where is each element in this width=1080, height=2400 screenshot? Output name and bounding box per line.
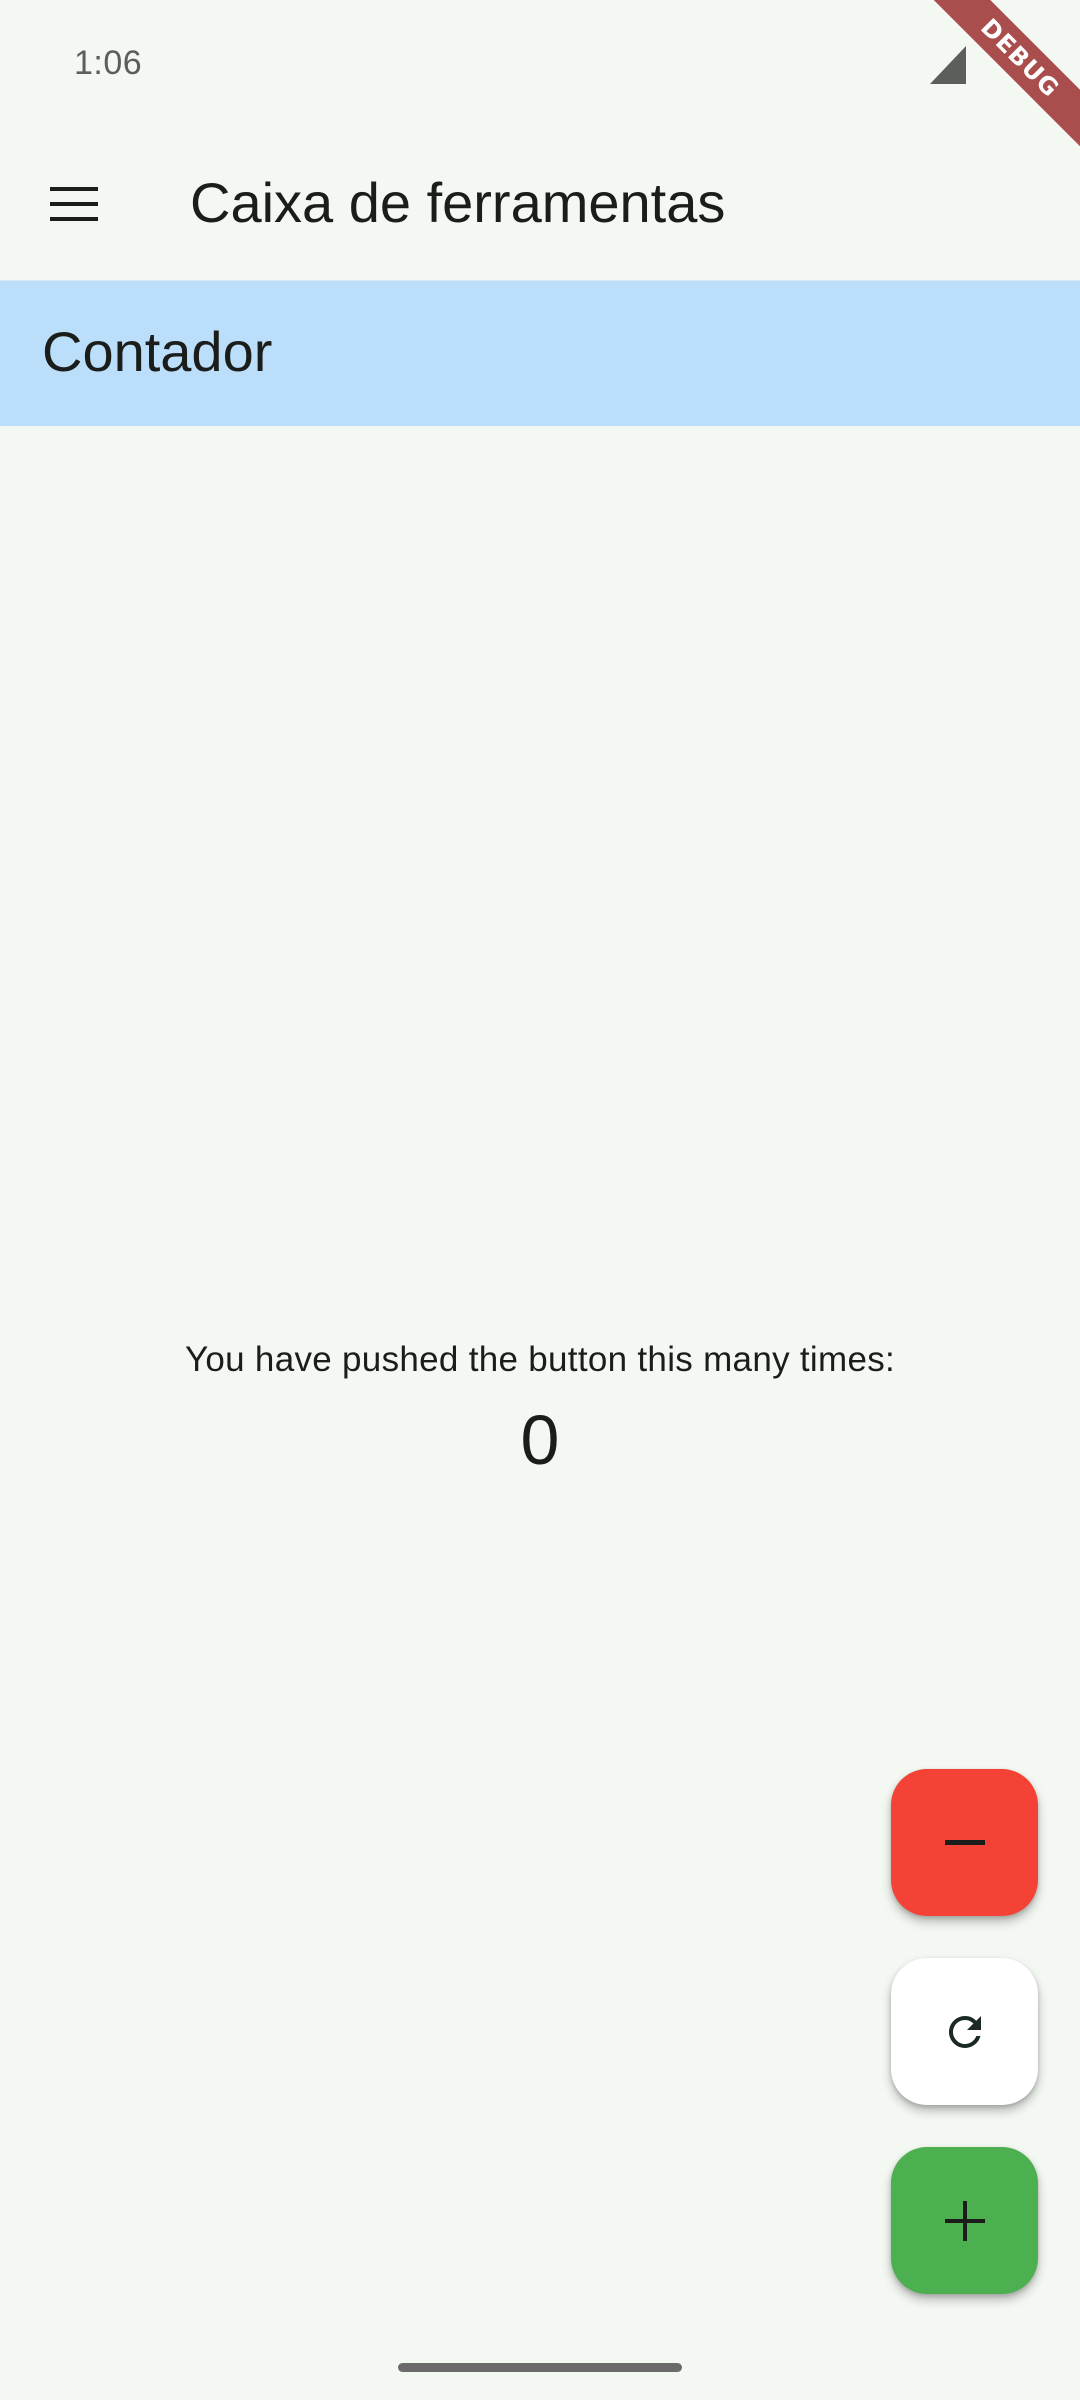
increment-button[interactable] (891, 2147, 1038, 2294)
plus-icon (944, 2200, 985, 2241)
section-title: Contador (42, 320, 273, 383)
counter-value: 0 (520, 1401, 560, 1479)
status-bar: 1:06 (0, 0, 1080, 130)
section-header: Contador (0, 280, 1080, 426)
menu-button[interactable] (30, 160, 118, 248)
app-screen: 1:06 DEBUG Caixa de ferramentas Contador… (0, 0, 1080, 2400)
page-title: Caixa de ferramentas (190, 171, 726, 234)
minus-icon (944, 1839, 985, 1845)
decrement-button[interactable] (891, 1769, 1038, 1916)
refresh-icon (948, 2015, 981, 2048)
menu-icon (50, 187, 98, 221)
home-indicator[interactable] (398, 2363, 682, 2372)
counter-label: You have pushed the button this many tim… (184, 1340, 896, 1379)
reset-button[interactable] (891, 1958, 1038, 2105)
status-time: 1:06 (74, 44, 143, 82)
app-bar: Caixa de ferramentas (0, 130, 1080, 280)
